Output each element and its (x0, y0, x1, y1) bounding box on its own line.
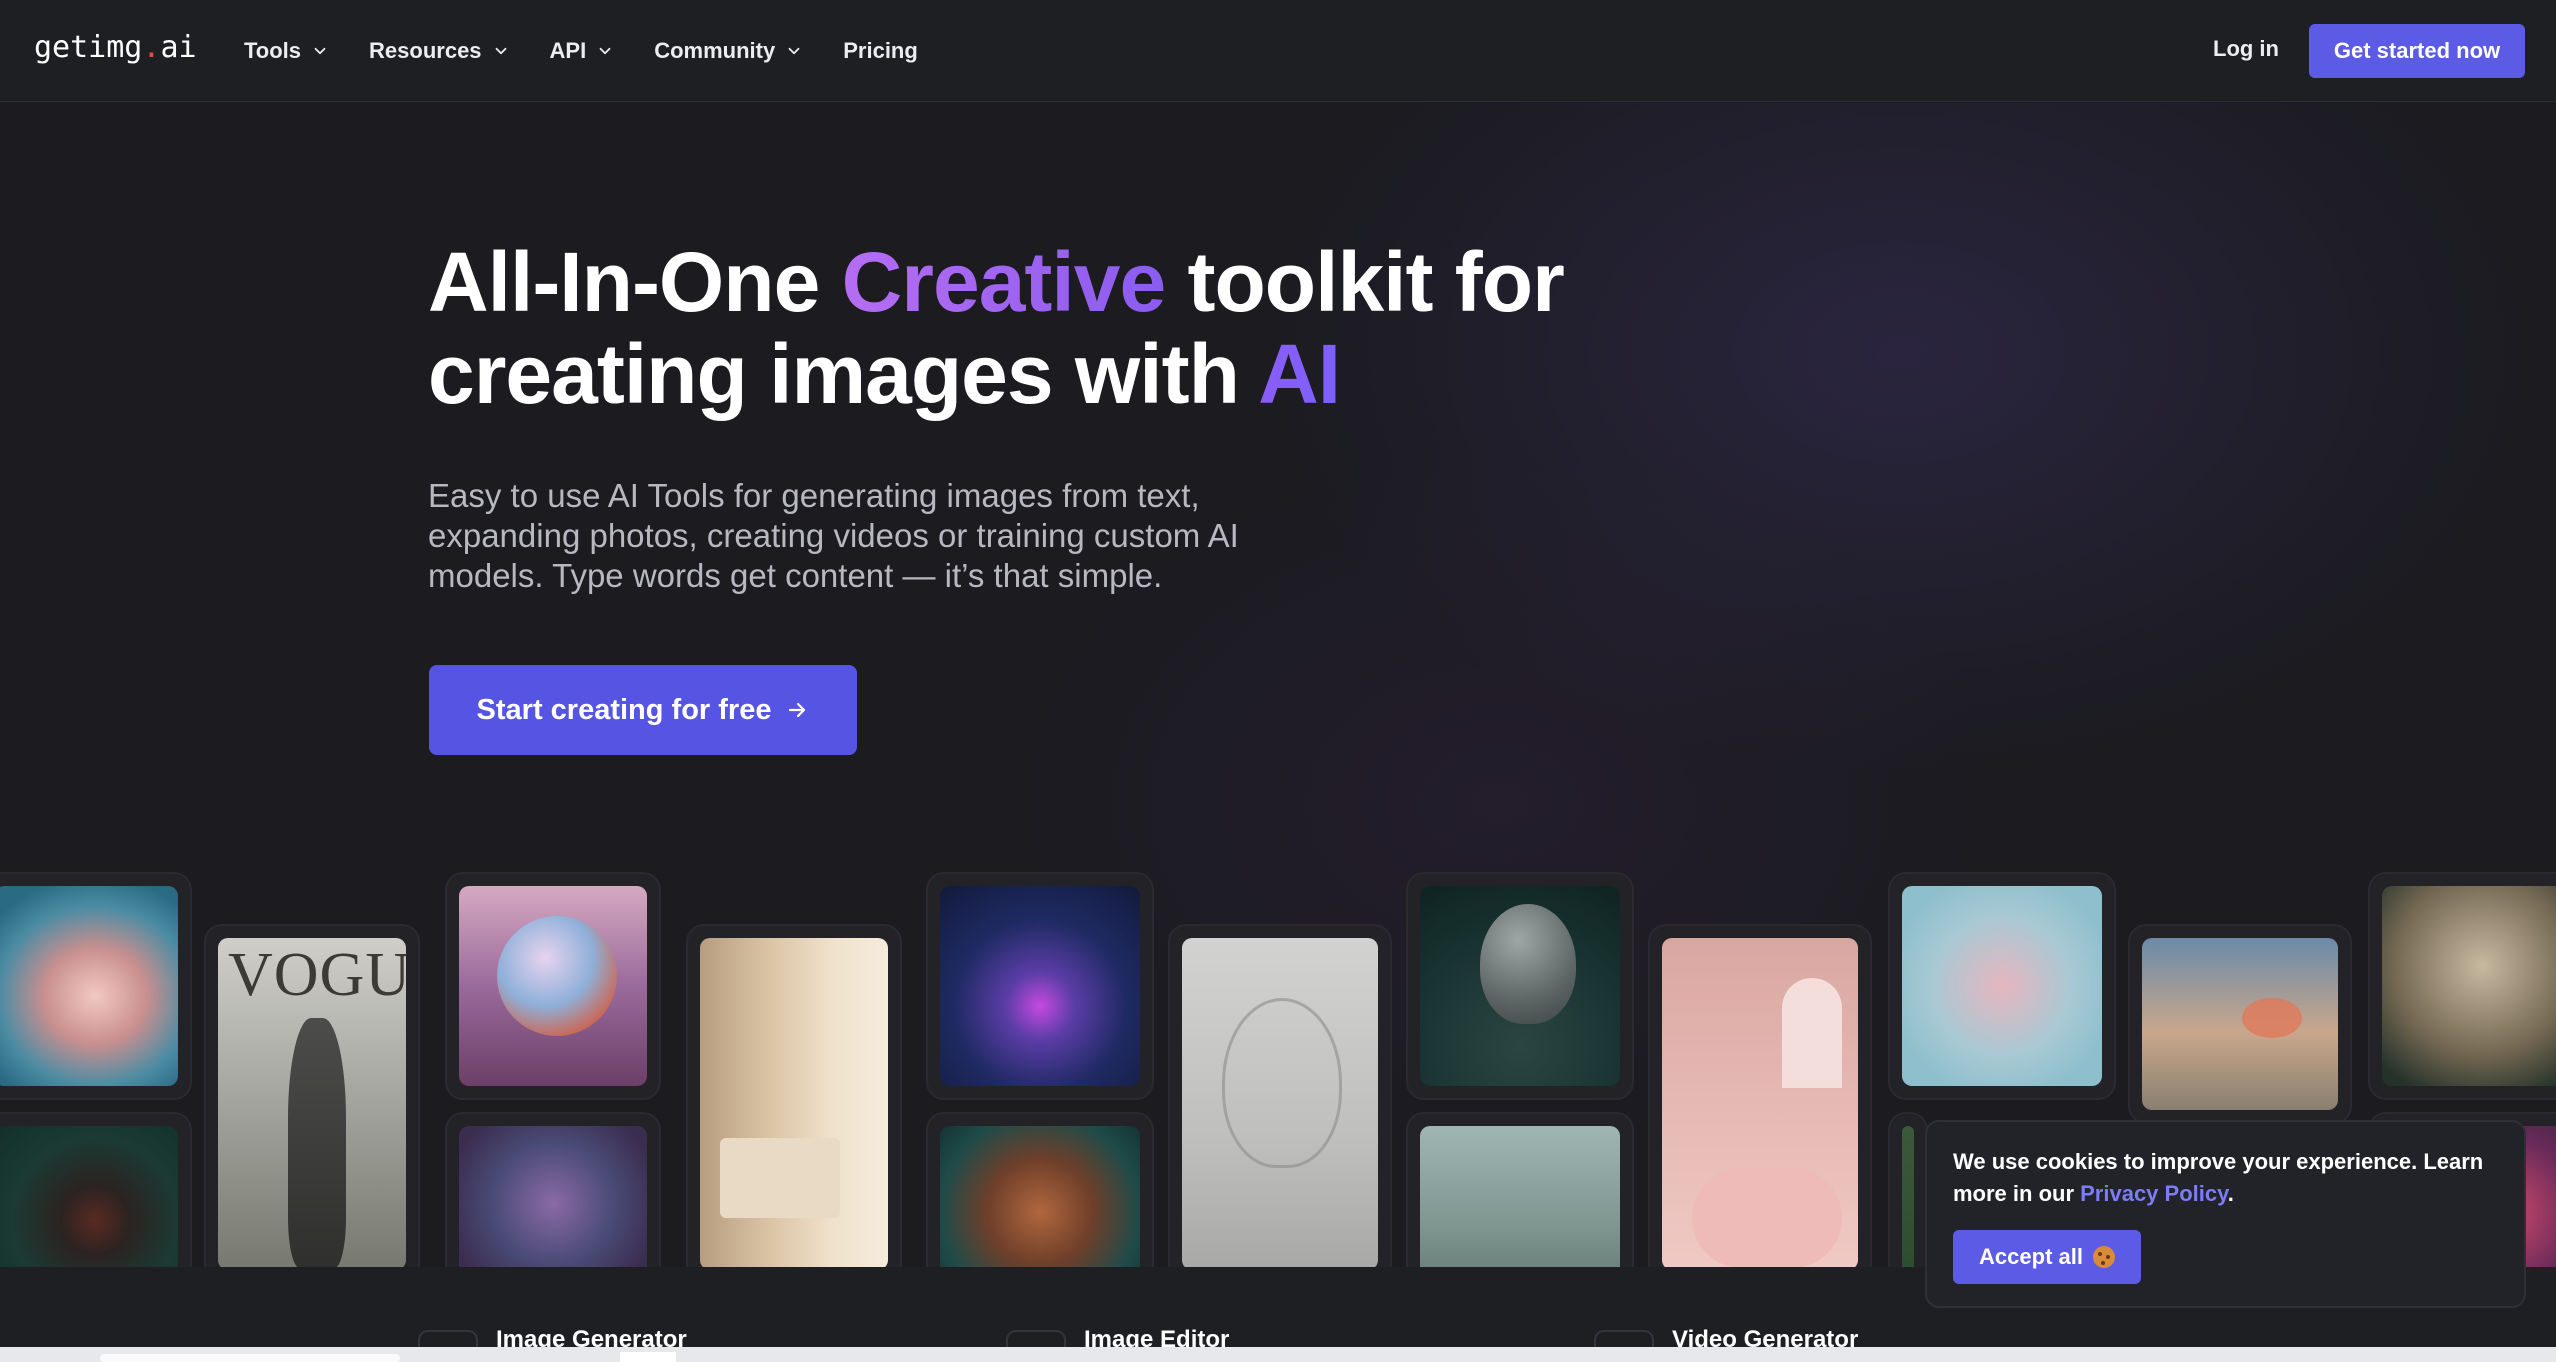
nav-item-community[interactable]: Community (654, 38, 803, 64)
logo[interactable]: getimg.ai (34, 30, 197, 65)
gallery-image[interactable] (2368, 872, 2556, 1100)
arrow-right-icon (789, 702, 806, 718)
chevron-down-icon (788, 47, 800, 55)
gallery-image[interactable] (0, 872, 192, 1100)
cookie-banner: We use cookies to improve your experienc… (1925, 1120, 2526, 1308)
privacy-policy-link[interactable]: Privacy Policy (2080, 1181, 2228, 1206)
bottom-bar (0, 1347, 2556, 1362)
cookie-icon (2092, 1246, 2115, 1268)
gallery-image[interactable] (2128, 924, 2352, 1124)
gallery-image[interactable] (1406, 872, 1634, 1100)
hero-headline: All-In-One Creative toolkit for creating… (428, 235, 1565, 421)
nav-item-resources[interactable]: Resources (369, 38, 510, 64)
nav-item-pricing[interactable]: Pricing (843, 38, 918, 64)
gallery-image[interactable] (445, 872, 661, 1100)
get-started-button[interactable]: Get started now (2309, 24, 2525, 78)
nav-item-label: Pricing (843, 38, 918, 63)
accept-label: Accept all (1979, 1244, 2083, 1269)
nav-links: Tools Resources API Community Pricing (244, 0, 958, 102)
nav-item-label: API (549, 38, 587, 63)
nav-item-label: Community (654, 38, 776, 63)
chevron-down-icon (314, 47, 326, 55)
start-creating-label: Start creating for free (476, 693, 772, 726)
nav-item-label: Resources (369, 38, 482, 63)
accept-cookies-button[interactable]: Accept all (1953, 1230, 2141, 1284)
nav-item-label: Tools (244, 38, 302, 63)
gallery-image[interactable] (1888, 872, 2116, 1100)
hero-subtitle: Easy to use AI Tools for generating imag… (428, 477, 1239, 594)
start-creating-button[interactable]: Start creating for free (429, 665, 857, 755)
gallery-image[interactable] (686, 924, 902, 1284)
nav-item-tools[interactable]: Tools (244, 38, 329, 64)
cookie-text: We use cookies to improve your experienc… (1953, 1149, 2484, 1206)
login-link[interactable]: Log in (2213, 36, 2279, 62)
gallery-image[interactable] (1168, 924, 1392, 1284)
nav-item-api[interactable]: API (550, 38, 615, 64)
top-navbar: getimg.ai Tools Resources API Community … (0, 0, 2556, 102)
gallery-image[interactable]: VOGUE (204, 924, 420, 1284)
gallery-image[interactable] (926, 872, 1154, 1100)
chevron-down-icon (599, 47, 611, 55)
gallery-image[interactable] (1648, 924, 1872, 1284)
chevron-down-icon (495, 47, 506, 55)
